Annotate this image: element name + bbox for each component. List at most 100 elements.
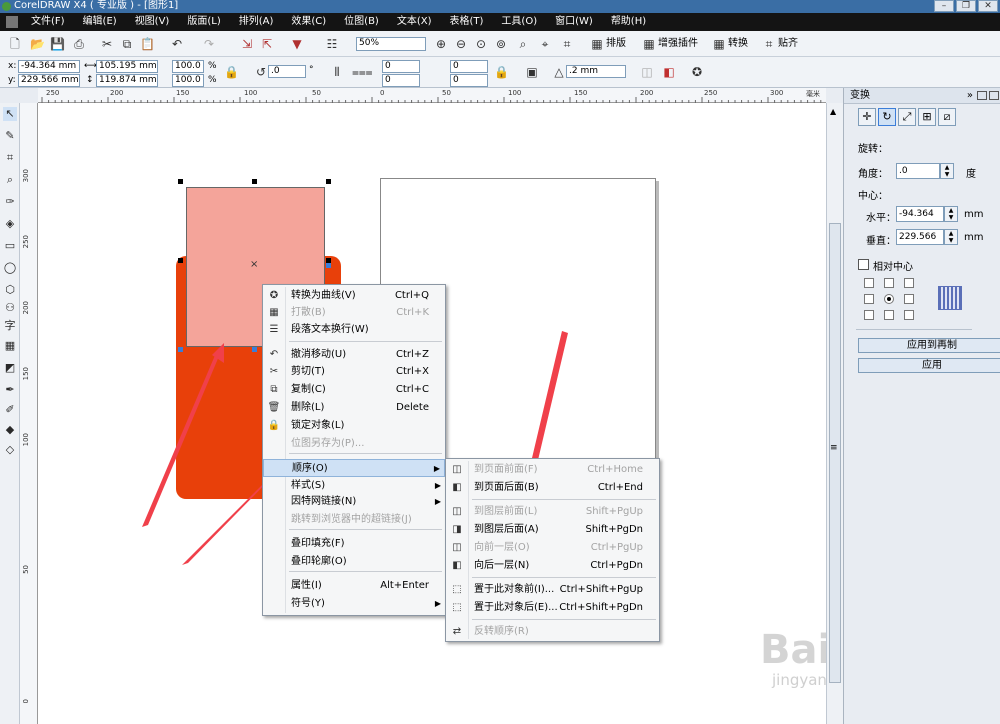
corner-lock-icon[interactable]: 🔒 xyxy=(494,65,509,79)
anchor-checkbox[interactable] xyxy=(864,278,874,288)
zoom-page-icon[interactable]: ⌕ xyxy=(516,37,530,51)
anchor-checkbox[interactable] xyxy=(884,278,894,288)
cut-icon[interactable]: ✂ xyxy=(100,37,114,51)
scroll-up-arrow-icon[interactable]: ▲ xyxy=(830,107,836,116)
menu-effects[interactable]: 效果(C) xyxy=(282,13,335,31)
corner-top-right-field[interactable]: 0 xyxy=(450,60,488,73)
fill-tool-icon[interactable]: ◆ xyxy=(3,423,17,437)
corner-bottom-right-field[interactable]: 0 xyxy=(450,74,488,87)
rectangle-tool-icon[interactable]: ▭ xyxy=(3,239,17,253)
menu-file[interactable]: 文件(F) xyxy=(22,13,74,31)
close-docker-icon[interactable] xyxy=(989,91,999,100)
anchor-checkbox[interactable] xyxy=(904,310,914,320)
freehand-tool-icon[interactable]: ✑ xyxy=(3,195,17,209)
crop-tool-icon[interactable]: ⌗ xyxy=(3,151,17,165)
menu-item[interactable]: ☰ 段落文本换行(W) xyxy=(263,321,445,339)
menu-arrange[interactable]: 排列(A) xyxy=(230,13,283,31)
menu-item[interactable]: ✂ 剪切(T) Ctrl+X xyxy=(263,363,445,381)
apply-to-duplicate-button[interactable]: 应用到再制 xyxy=(858,338,1000,353)
rotate-mode-icon[interactable]: ↻ xyxy=(878,108,896,126)
menu-view[interactable]: 视图(V) xyxy=(126,13,179,31)
y-position-field[interactable]: 229.566 mm xyxy=(18,74,80,87)
menu-item[interactable]: 🔒 锁定对象(L) xyxy=(263,417,445,435)
x-position-field[interactable]: -94.364 mm xyxy=(18,60,80,73)
ellipse-tool-icon[interactable]: ◯ xyxy=(3,261,17,275)
menu-table[interactable]: 表格(T) xyxy=(441,13,493,31)
minimize-docker-icon[interactable] xyxy=(977,91,987,100)
anchor-checkbox[interactable] xyxy=(904,294,914,304)
enhance-plugin-button[interactable]: 增强插件 xyxy=(658,37,698,51)
menu-bitmaps[interactable]: 位图(B) xyxy=(335,13,388,31)
menu-edit[interactable]: 编辑(E) xyxy=(74,13,126,31)
skew-mode-icon[interactable]: ⧄ xyxy=(938,108,956,126)
copy-icon[interactable]: ⧉ xyxy=(120,37,134,51)
to-back-icon[interactable]: ◧ xyxy=(662,65,676,79)
zoom-in-icon[interactable]: ⊕ xyxy=(434,37,448,51)
anchor-center-radio[interactable] xyxy=(884,294,894,304)
maximize-button[interactable]: ❐ xyxy=(956,0,976,12)
close-button[interactable]: ✕ xyxy=(978,0,998,12)
export-icon[interactable]: ⇱ xyxy=(260,37,274,51)
convert-button[interactable]: 转换 xyxy=(728,37,748,51)
scale-y-field[interactable]: 100.0 xyxy=(172,74,204,87)
menu-item[interactable]: 属性(I) Alt+Enter xyxy=(263,577,445,595)
welcome-screen-icon[interactable]: ☷ xyxy=(325,37,339,51)
menu-item[interactable]: 顺序(O) ▶ xyxy=(263,459,445,477)
height-field[interactable]: 119.874 mm xyxy=(96,74,158,87)
interactive-tool-icon[interactable]: ◩ xyxy=(3,361,17,375)
redo-icon[interactable]: ↷ xyxy=(202,37,216,51)
anchor-checkbox[interactable] xyxy=(864,310,874,320)
vertical-center-field[interactable]: 229.566 xyxy=(896,229,944,245)
menu-item[interactable]: ◫ 到图层前面(L) Shift+PgUp xyxy=(446,503,659,521)
zoom-selected-icon[interactable]: ⊙ xyxy=(474,37,488,51)
scale-mode-icon[interactable]: ⤢ xyxy=(898,108,916,126)
zoom-height-icon[interactable]: ⌗ xyxy=(560,37,574,51)
scroll-thumb[interactable] xyxy=(829,223,841,683)
paste-icon[interactable]: 📋 xyxy=(140,37,155,51)
import-icon[interactable]: ⇲ xyxy=(240,37,254,51)
scale-x-field[interactable]: 100.0 xyxy=(172,60,204,73)
smart-fill-tool-icon[interactable]: ◈ xyxy=(3,217,17,231)
anchor-checkbox[interactable] xyxy=(904,278,914,288)
menu-layout[interactable]: 版面(L) xyxy=(178,13,229,31)
outline-width-select[interactable]: .2 mm xyxy=(566,65,626,78)
shape-tool-icon[interactable]: ✎ xyxy=(3,129,17,143)
typeset-button[interactable]: 排版 xyxy=(606,37,626,51)
undo-icon[interactable]: ↶ xyxy=(170,37,184,51)
menu-window[interactable]: 窗口(W) xyxy=(546,13,602,31)
apply-button[interactable]: 应用 xyxy=(858,358,1000,373)
menu-item[interactable]: ◨ 到图层后面(A) Shift+PgDn xyxy=(446,521,659,539)
menu-item[interactable]: ⬚ 置于此对象前(I)... Ctrl+Shift+PgUp xyxy=(446,581,659,599)
new-document-icon[interactable]: 🗋 xyxy=(8,37,22,51)
size-mode-icon[interactable]: ⊞ xyxy=(918,108,936,126)
convert-to-curves-icon[interactable]: ✪ xyxy=(690,65,704,79)
rotation-angle-field[interactable]: .0 xyxy=(268,65,306,78)
wrap-text-icon[interactable]: ▣ xyxy=(525,65,539,79)
relative-center-checkbox[interactable] xyxy=(858,259,869,270)
menu-item[interactable]: ◧ 到页面后面(B) Ctrl+End xyxy=(446,479,659,497)
menu-item[interactable]: 🗑 删除(L) Delete xyxy=(263,399,445,417)
position-mode-icon[interactable]: ✛ xyxy=(858,108,876,126)
menu-help[interactable]: 帮助(H) xyxy=(602,13,655,31)
basic-shapes-tool-icon[interactable]: ⚇ xyxy=(3,301,17,315)
eyedropper-tool-icon[interactable]: ✒ xyxy=(3,383,17,397)
menu-item[interactable]: ↶ 撤消移动(U) Ctrl+Z xyxy=(263,346,445,364)
application-launcher-icon[interactable]: ▼ xyxy=(290,37,304,51)
outline-tool-icon[interactable]: ✐ xyxy=(3,403,17,417)
corner-top-left-field[interactable]: 0 xyxy=(382,60,420,73)
menu-item[interactable]: ◧ 向后一层(N) Ctrl+PgDn xyxy=(446,557,659,575)
snap-button[interactable]: 贴齐 xyxy=(778,37,798,51)
to-front-icon[interactable]: ◫ xyxy=(640,65,654,79)
menu-item[interactable]: ⧉ 复制(C) Ctrl+C xyxy=(263,381,445,399)
mirror-horizontal-icon[interactable]: ⫴ xyxy=(330,65,344,79)
zoom-tool-icon[interactable]: ⌕ xyxy=(3,173,17,187)
menu-item[interactable]: 跳转到浏览器中的超链接(J) xyxy=(263,511,445,529)
horizontal-spinner[interactable]: ▲ ▼ xyxy=(944,206,958,222)
zoom-width-icon[interactable]: ⌖ xyxy=(538,37,552,51)
text-tool-icon[interactable]: 字 xyxy=(3,319,17,333)
menu-item[interactable]: 因特网链接(N) ▶ xyxy=(263,493,445,511)
save-icon[interactable]: 💾 xyxy=(50,37,65,51)
vertical-scrollbar[interactable]: ▲ ≡ xyxy=(826,103,843,724)
table-tool-icon[interactable]: ▦ xyxy=(3,339,17,353)
mirror-vertical-icon[interactable]: ⩶ xyxy=(352,65,373,79)
